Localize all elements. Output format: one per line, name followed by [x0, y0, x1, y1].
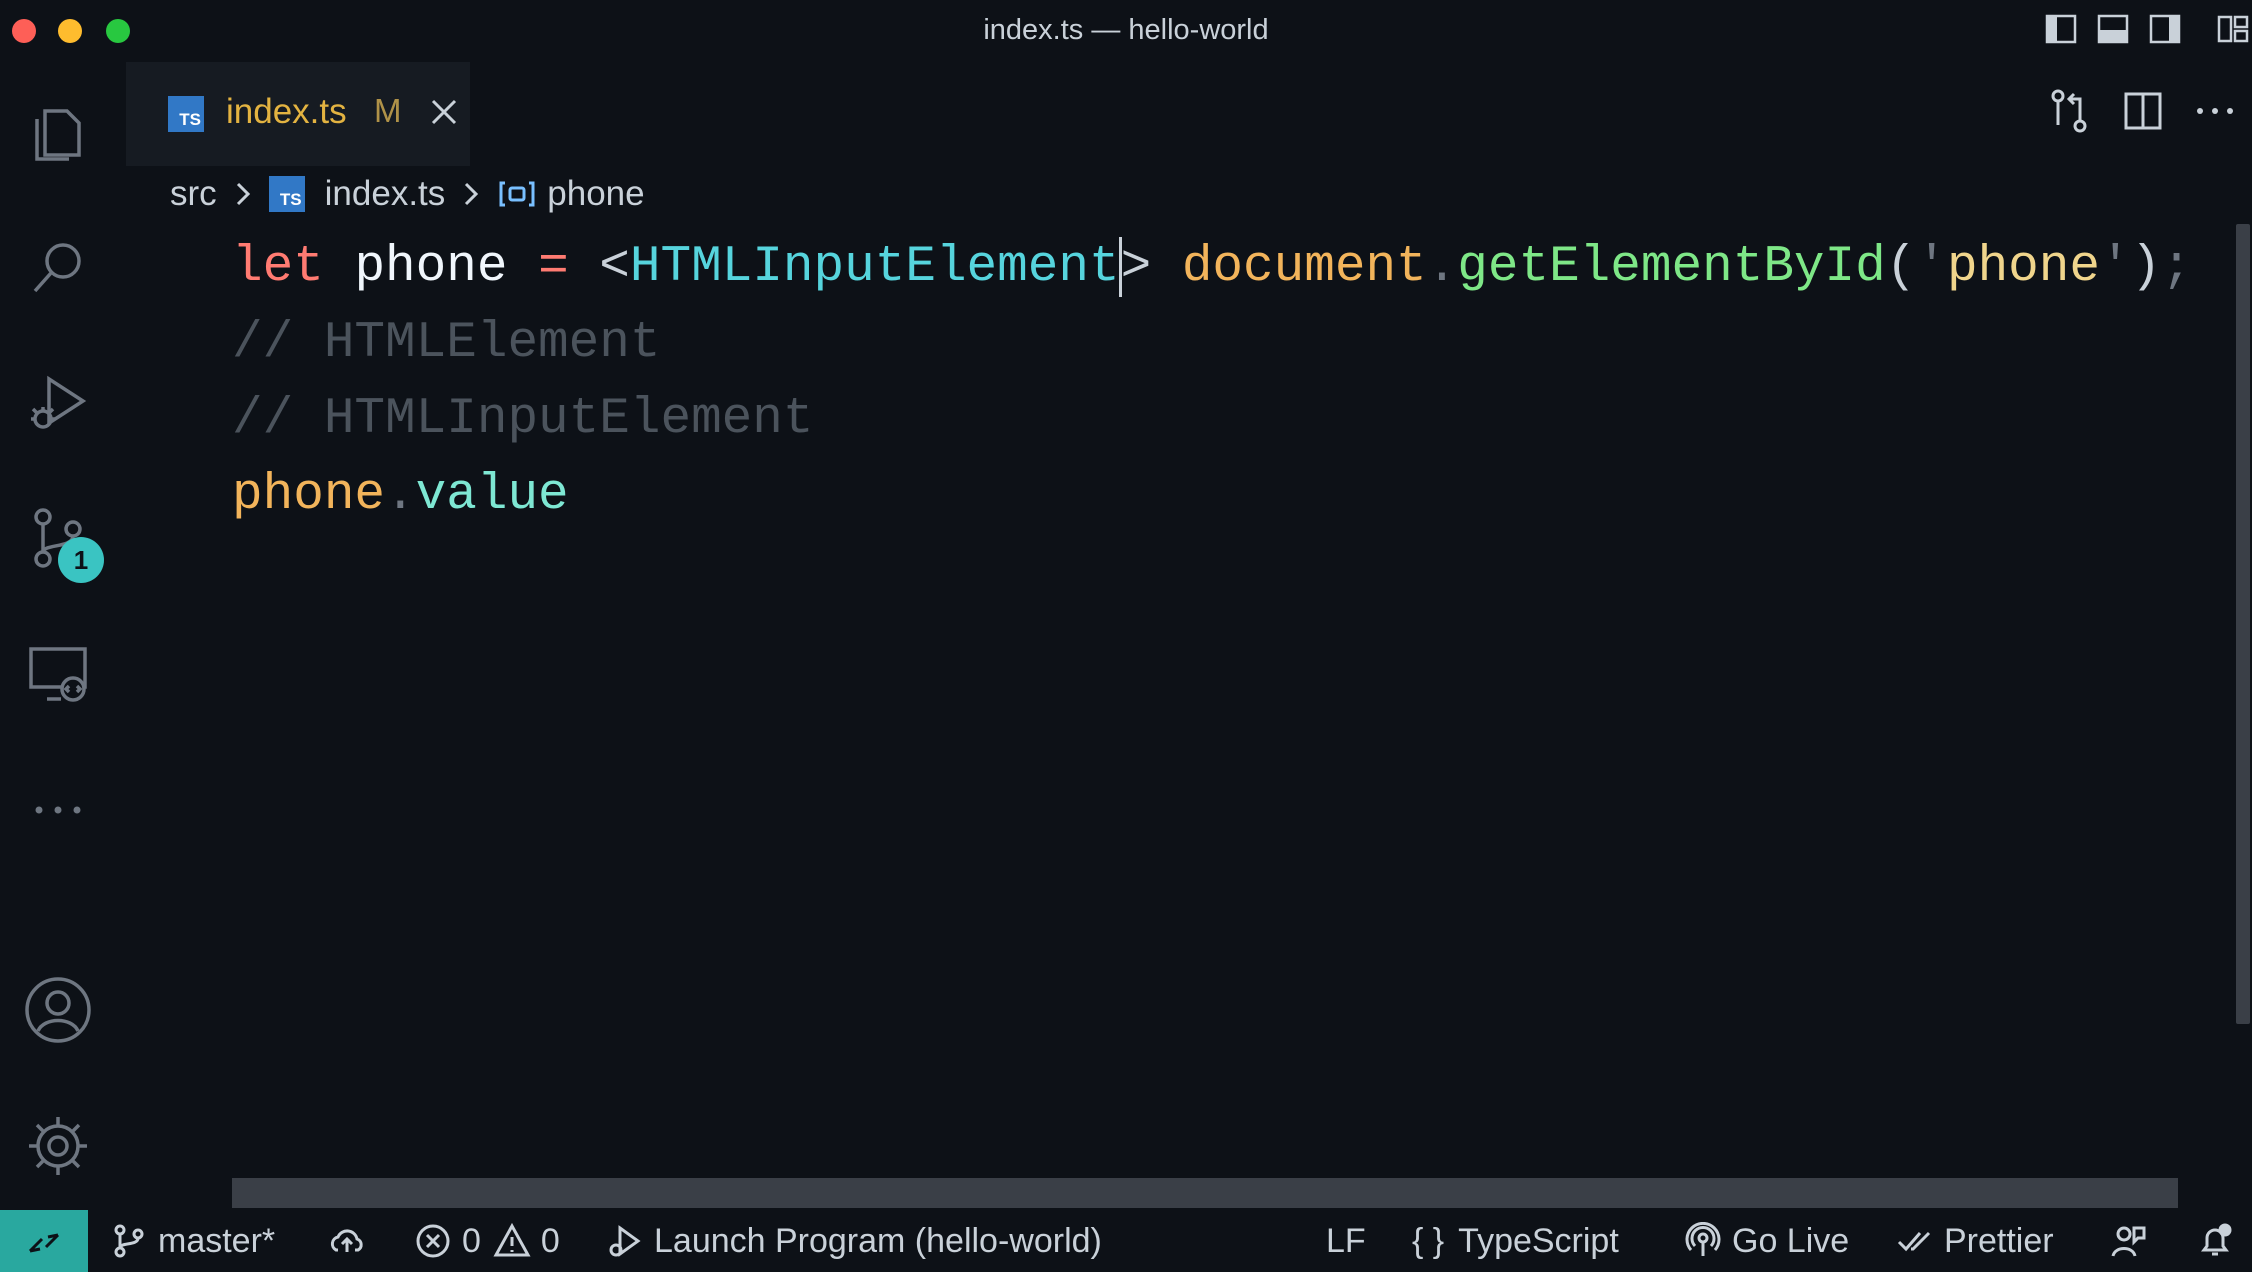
code-token: // HTMLInputElement: [232, 391, 814, 448]
more-actions-icon[interactable]: [2192, 88, 2238, 134]
code-token: ;: [2161, 239, 2192, 296]
warning-count: 0: [540, 1221, 560, 1260]
branch-name: master*: [158, 1221, 276, 1260]
code-token: (: [1885, 239, 1917, 296]
activity-bar: 1: [0, 62, 116, 1210]
manage-gear-icon[interactable]: [18, 1106, 98, 1186]
code-token: >: [1120, 239, 1152, 296]
code-token: document: [1181, 239, 1427, 296]
chevron-right-icon: [465, 182, 479, 206]
eol-status[interactable]: LF: [1326, 1210, 1366, 1272]
code-line[interactable]: // HTMLInputElement: [232, 382, 2192, 458]
code-line[interactable]: // HTMLElement: [232, 306, 2192, 382]
prettier-status[interactable]: Prettier: [1896, 1210, 2054, 1272]
code-token: <: [599, 239, 630, 296]
source-control-badge: 1: [58, 537, 104, 583]
open-changes-icon[interactable]: [2046, 88, 2092, 134]
remote-explorer-icon[interactable]: [18, 634, 98, 714]
code-token: phone: [232, 467, 386, 524]
toggle-primary-sidebar-icon[interactable]: [2044, 12, 2078, 46]
feedback-person-icon: [2111, 1226, 2146, 1257]
horizontal-scrollbar[interactable]: [232, 1178, 2178, 1208]
explorer-icon[interactable]: [18, 92, 98, 172]
breadcrumb-folder[interactable]: src: [170, 174, 217, 214]
variable-symbol-icon: [499, 181, 535, 207]
language-label: TypeScript: [1458, 1221, 1619, 1260]
tab-label: index.ts: [226, 92, 347, 131]
typescript-file-icon: TS: [168, 96, 204, 132]
debug-run-icon: [609, 1225, 641, 1257]
editor-tab-bar: TS index.ts M: [116, 62, 2252, 166]
publish-branch[interactable]: [328, 1210, 376, 1272]
remote-indicator[interactable]: [0, 1210, 88, 1272]
code-token: let: [232, 239, 324, 296]
code-token: value: [415, 467, 569, 524]
breadcrumb-file[interactable]: index.ts: [325, 174, 446, 214]
status-bar: master* 0 0 Launch Program (hello-world)…: [0, 1210, 2252, 1272]
code-token: ': [2100, 239, 2131, 296]
accounts-icon[interactable]: [18, 970, 98, 1050]
go-live-label: Go Live: [1732, 1221, 1850, 1260]
launch-label: Launch Program (hello-world): [654, 1221, 1102, 1260]
code-token: .: [1426, 239, 1458, 296]
tab-index-ts[interactable]: TS index.ts M: [126, 62, 470, 166]
tab-modified-indicator: M: [374, 92, 402, 129]
code-line[interactable]: phone.value: [232, 458, 2192, 534]
error-icon: [416, 1224, 450, 1258]
double-check-icon: [1897, 1231, 1931, 1252]
code-editor[interactable]: let phone = <HTMLInputElement> document.…: [232, 230, 2192, 534]
bell-icon: [2201, 1223, 2232, 1256]
feedback[interactable]: [2110, 1210, 2158, 1272]
chevron-right-icon: [236, 182, 250, 206]
code-token: .: [385, 467, 416, 524]
problems-status[interactable]: 0 0: [414, 1210, 560, 1272]
code-token: HTMLInputElement: [629, 239, 1120, 296]
breadcrumb-symbol[interactable]: phone: [547, 174, 644, 214]
breadcrumb: src TS index.ts phone: [170, 168, 645, 220]
more-icon[interactable]: [18, 770, 98, 850]
run-debug-icon[interactable]: [18, 362, 98, 442]
code-line[interactable]: let phone = <HTMLInputElement> document.…: [232, 230, 2192, 306]
warning-icon: [493, 1222, 531, 1257]
code-token: phone: [354, 239, 508, 296]
go-live[interactable]: Go Live: [1684, 1210, 1849, 1272]
error-count: 0: [462, 1221, 481, 1260]
remote-icon: [28, 1233, 60, 1253]
window-title: index.ts — hello-world: [983, 14, 1269, 46]
code-token: =: [538, 239, 569, 296]
language-braces-icon: { }: [1412, 1221, 1445, 1260]
code-token: getElementById: [1457, 239, 1886, 296]
language-mode[interactable]: { } TypeScript: [1412, 1210, 1619, 1272]
customize-layout-icon[interactable]: [2216, 12, 2250, 46]
notifications[interactable]: [2196, 1210, 2244, 1272]
git-branch-icon: [114, 1224, 144, 1258]
code-token: ): [2130, 239, 2162, 296]
code-token: ': [1916, 239, 1947, 296]
cloud-upload-icon: [330, 1229, 363, 1252]
broadcast-icon: [1685, 1222, 1721, 1256]
code-token: // HTMLElement: [232, 315, 661, 372]
launch-program[interactable]: Launch Program (hello-world): [606, 1210, 1102, 1272]
close-icon[interactable]: [424, 92, 464, 132]
title-bar: index.ts — hello-world: [0, 0, 2252, 62]
vertical-scrollbar[interactable]: [2236, 224, 2250, 1024]
toggle-panel-icon[interactable]: [2096, 12, 2130, 46]
code-token: phone: [1946, 239, 2100, 296]
search-icon[interactable]: [18, 228, 98, 308]
typescript-file-icon: TS: [268, 176, 305, 212]
prettier-label: Prettier: [1944, 1221, 2054, 1260]
branch-status[interactable]: master*: [110, 1210, 275, 1272]
split-editor-icon[interactable]: [2120, 88, 2166, 134]
eol-label: LF: [1326, 1221, 1366, 1260]
toggle-secondary-sidebar-icon[interactable]: [2148, 12, 2182, 46]
